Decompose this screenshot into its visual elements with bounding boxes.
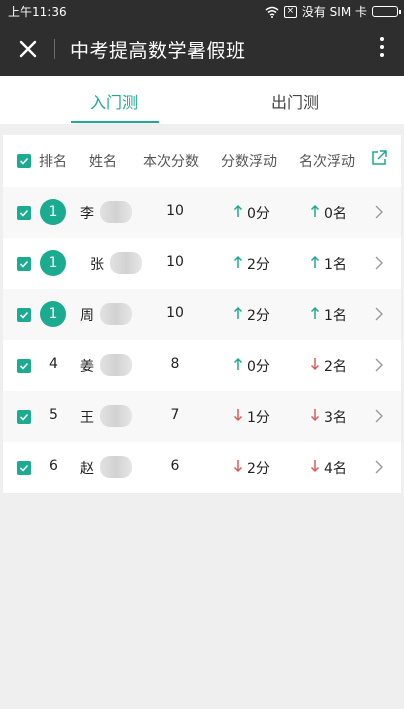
tab-active-indicator [71,121,159,123]
score-value: 10 [166,254,184,270]
name-redaction [100,354,132,376]
rank-change: 3名 [324,410,347,426]
battery-icon [372,6,401,17]
chevron-right-icon[interactable] [375,358,383,372]
table-row[interactable]: 4 姜 8 0分 2名 [3,340,401,391]
name-redaction [110,252,142,274]
score-value: 6 [170,458,180,474]
arrow-up-icon [233,357,243,370]
arrow-down-icon [233,409,243,422]
more-menu-icon[interactable] [378,37,386,61]
arrow-up-icon [310,204,320,217]
row-checkbox[interactable] [17,410,31,424]
close-icon[interactable] [14,35,42,63]
row-checkbox[interactable] [17,359,31,373]
arrow-up-icon [233,306,243,319]
table-row[interactable]: 1 张 10 2分 1名 [3,238,401,289]
arrow-up-icon [310,306,320,319]
chevron-right-icon[interactable] [375,409,383,423]
tab-exit-test[interactable]: 出门测 [271,89,319,113]
status-icons: × 没有 SIM 卡 [265,3,401,20]
score-change: 0分 [247,206,270,222]
rank-change: 4名 [324,461,347,477]
rank-change: 1名 [324,308,347,324]
rank-badge: 1 [40,301,66,327]
rank-badge: 1 [40,250,66,276]
navbar: 中考提高数学暑假班 [0,22,404,76]
arrow-up-icon [233,204,243,217]
arrow-up-icon [310,255,320,268]
rank-change: 1名 [324,257,347,273]
arrow-down-icon [310,409,320,422]
table-row[interactable]: 5 王 7 1分 3名 [3,391,401,442]
page-title: 中考提高数学暑假班 [70,40,246,62]
name-redaction [100,456,132,478]
header-score: 本次分数 [143,154,199,170]
name-redaction [100,303,132,325]
row-checkbox[interactable] [17,206,31,220]
rank-change: 2名 [324,359,347,375]
no-sim-icon: × [283,5,297,18]
row-checkbox[interactable] [17,461,31,475]
score-change: 2分 [247,461,270,477]
rank-change: 0名 [324,206,347,222]
score-change: 1分 [247,410,270,426]
name-redaction [100,405,132,427]
student-name: 周 [80,308,94,324]
chevron-right-icon[interactable] [375,307,383,321]
status-carrier: 没有 SIM 卡 [301,5,367,19]
score-change: 0分 [247,359,270,375]
arrow-up-icon [233,255,243,268]
wifi-icon [265,6,279,18]
export-icon[interactable] [370,149,388,167]
table-row[interactable]: 6 赵 6 2分 4名 [3,442,401,493]
row-checkbox[interactable] [17,308,31,322]
ranking-table: 排名 姓名 本次分数 分数浮动 名次浮动 1 李 10 0分 0名 1 张 10… [3,135,401,493]
tab-bar: 入门测 出门测 [0,76,404,124]
header-name: 姓名 [89,154,117,170]
status-time: 上午11:36 [8,5,67,19]
rank-badge: 1 [40,199,66,225]
arrow-down-icon [310,460,320,473]
score-change: 2分 [247,308,270,324]
student-name: 王 [80,410,94,426]
select-all-checkbox[interactable] [17,154,31,168]
table-row[interactable]: 1 李 10 0分 0名 [3,187,401,238]
score-change: 2分 [247,257,270,273]
rank-number: 6 [49,458,58,474]
score-value: 10 [166,305,184,321]
tab-entry-test[interactable]: 入门测 [90,89,138,113]
score-value: 10 [166,203,184,219]
row-checkbox[interactable] [17,257,31,271]
rank-number: 4 [49,356,58,372]
header-rank: 排名 [39,154,67,170]
student-name: 姜 [80,359,94,375]
table-header: 排名 姓名 本次分数 分数浮动 名次浮动 [3,135,401,187]
student-name: 李 [80,206,94,222]
header-rank-change: 名次浮动 [299,154,355,170]
chevron-right-icon[interactable] [375,205,383,219]
student-name: 张 [90,257,104,273]
score-value: 8 [170,356,180,372]
chevron-right-icon[interactable] [375,460,383,474]
score-value: 7 [170,407,180,423]
rank-number: 5 [49,407,58,423]
status-bar: 上午11:36 × 没有 SIM 卡 [0,0,404,22]
chevron-right-icon[interactable] [375,256,383,270]
arrow-down-icon [233,460,243,473]
name-redaction [100,201,132,223]
table-row[interactable]: 1 周 10 2分 1名 [3,289,401,340]
header-score-change: 分数浮动 [221,154,277,170]
arrow-down-icon [310,358,320,371]
nav-divider [54,39,55,59]
student-name: 赵 [80,461,94,477]
